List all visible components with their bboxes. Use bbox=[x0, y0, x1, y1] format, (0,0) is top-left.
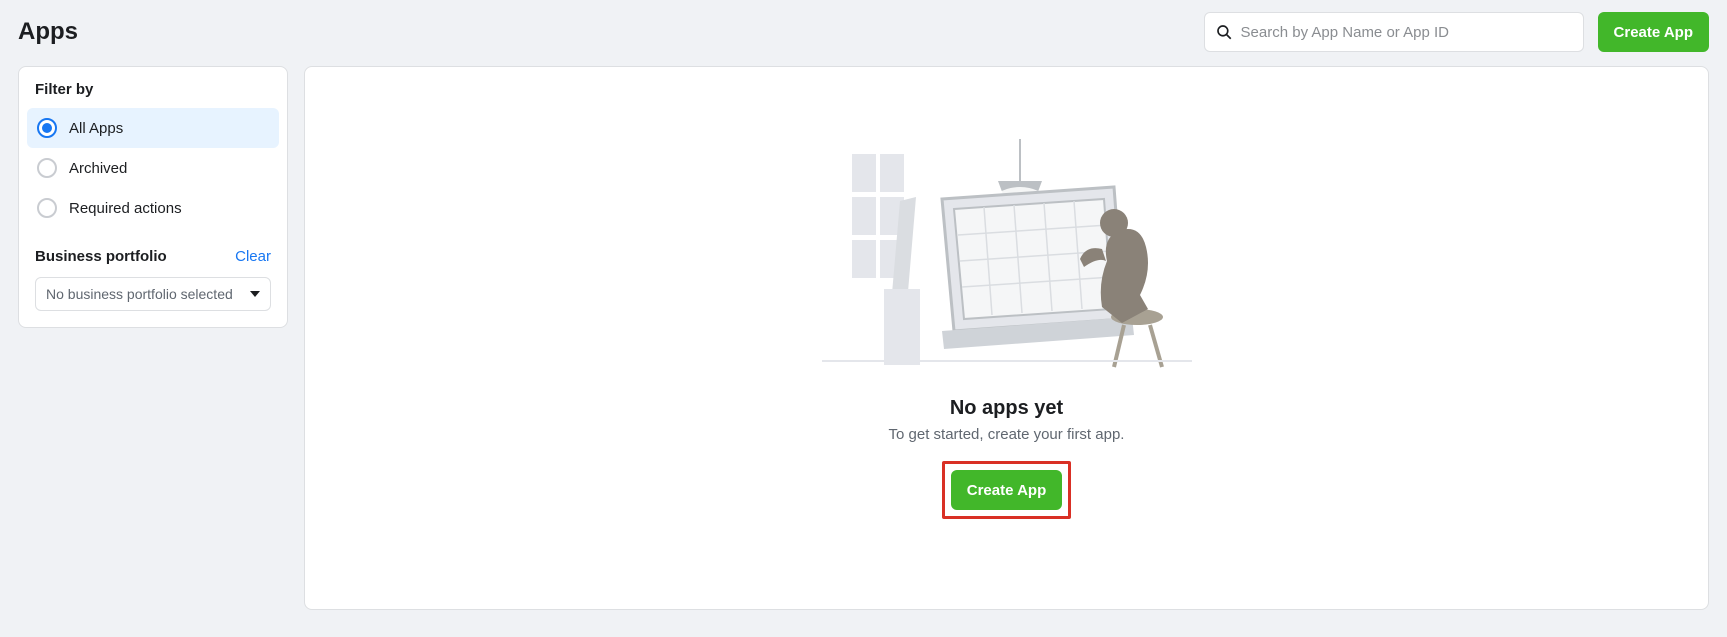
search-icon bbox=[1215, 23, 1233, 41]
header-actions: Create App bbox=[1204, 12, 1709, 52]
create-app-button-main[interactable]: Create App bbox=[951, 470, 1062, 510]
main-panel: No apps yet To get started, create your … bbox=[304, 66, 1709, 610]
page-title: Apps bbox=[18, 18, 78, 46]
filter-sidebar: Filter by All Apps Archived Required act… bbox=[18, 66, 288, 328]
portfolio-title: Business portfolio bbox=[35, 248, 167, 265]
create-app-button-header[interactable]: Create App bbox=[1598, 12, 1709, 52]
filter-required-actions[interactable]: Required actions bbox=[27, 188, 279, 228]
chevron-down-icon bbox=[250, 291, 260, 297]
radio-icon bbox=[37, 118, 57, 138]
filter-archived[interactable]: Archived bbox=[27, 148, 279, 188]
create-app-highlight: Create App bbox=[942, 461, 1071, 519]
search-field-wrap[interactable] bbox=[1204, 12, 1584, 52]
filter-label: Required actions bbox=[69, 200, 182, 217]
portfolio-select[interactable]: No business portfolio selected bbox=[35, 277, 271, 311]
filter-label: Archived bbox=[69, 160, 127, 177]
search-input[interactable] bbox=[1241, 24, 1573, 41]
portfolio-select-value: No business portfolio selected bbox=[46, 286, 233, 302]
empty-title: No apps yet bbox=[950, 397, 1063, 420]
filter-all-apps[interactable]: All Apps bbox=[27, 108, 279, 148]
clear-link[interactable]: Clear bbox=[235, 248, 271, 265]
portfolio-header: Business portfolio Clear bbox=[27, 234, 279, 273]
empty-state-illustration bbox=[822, 139, 1192, 369]
body-row: Filter by All Apps Archived Required act… bbox=[0, 66, 1727, 628]
filter-label: All Apps bbox=[69, 120, 123, 137]
empty-subtitle: To get started, create your first app. bbox=[889, 426, 1125, 443]
header-bar: Apps Create App bbox=[0, 0, 1727, 66]
radio-icon bbox=[37, 158, 57, 178]
filter-title: Filter by bbox=[27, 81, 279, 108]
radio-icon bbox=[37, 198, 57, 218]
